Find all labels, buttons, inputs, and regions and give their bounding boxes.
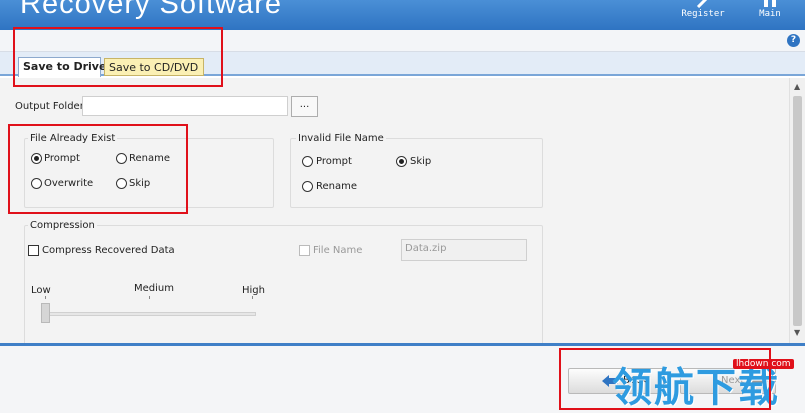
file-already-exist-group: [24, 138, 274, 208]
compression-title: Compression: [28, 220, 97, 231]
invalid-file-name-group: [290, 138, 543, 208]
file-exist-skip-label: Skip: [129, 178, 151, 189]
watermark-site: lhdown.com: [733, 359, 794, 369]
output-folder-input[interactable]: [82, 96, 288, 116]
compress-data-label: Compress Recovered Data: [42, 245, 175, 256]
register-button[interactable]: Register: [678, 0, 728, 30]
tab-save-to-drive[interactable]: Save to Drive: [18, 57, 106, 77]
file-exist-skip-radio[interactable]: [116, 178, 127, 189]
slider-tick: [252, 296, 253, 299]
toolbar-strip: [0, 30, 805, 52]
file-exist-overwrite-radio[interactable]: [31, 178, 42, 189]
main-icon: [764, 0, 776, 7]
scroll-up-icon[interactable]: ▲: [794, 82, 800, 91]
invalid-name-prompt-radio[interactable]: [302, 156, 313, 167]
help-icon[interactable]: ?: [787, 34, 800, 47]
title-bar: Recovery Software Register Main: [0, 0, 805, 30]
app-title: Recovery Software: [20, 0, 282, 20]
tab-save-to-cd-dvd[interactable]: Save to CD/DVD: [104, 58, 204, 76]
compression-slider-track[interactable]: [44, 312, 256, 316]
file-exist-prompt-label: Prompt: [44, 153, 80, 164]
invalid-name-prompt-label: Prompt: [316, 156, 352, 167]
compress-data-checkbox[interactable]: [28, 245, 39, 256]
level-low-label: Low: [31, 285, 51, 296]
slider-tick: [45, 296, 46, 299]
browse-button[interactable]: ...: [291, 96, 318, 117]
level-medium-label: Medium: [134, 283, 174, 294]
file-exist-prompt-radio[interactable]: [31, 153, 42, 164]
vertical-scrollbar[interactable]: ▲ ▼: [789, 78, 805, 343]
file-name-label: File Name: [313, 245, 363, 256]
compression-slider-thumb[interactable]: [41, 303, 50, 323]
scroll-down-icon[interactable]: ▼: [794, 328, 800, 337]
file-exist-rename-radio[interactable]: [116, 153, 127, 164]
register-label: Register: [681, 9, 725, 19]
slider-tick: [149, 296, 150, 299]
file-exist-rename-label: Rename: [129, 153, 171, 164]
invalid-name-skip-radio[interactable]: [396, 156, 407, 167]
file-name-checkbox[interactable]: [299, 245, 310, 256]
invalid-file-name-title: Invalid File Name: [296, 133, 386, 144]
zip-file-name-input[interactable]: Data.zip: [401, 239, 527, 261]
level-high-label: High: [242, 285, 265, 296]
file-already-exist-title: File Already Exist: [28, 133, 118, 144]
register-icon: [696, 0, 708, 8]
invalid-name-skip-label: Skip: [410, 156, 432, 167]
file-exist-overwrite-label: Overwrite: [44, 178, 94, 189]
invalid-name-rename-label: Rename: [316, 181, 358, 192]
invalid-name-rename-radio[interactable]: [302, 181, 313, 192]
scrollbar-thumb[interactable]: [793, 96, 802, 326]
output-folder-label: Output Folder: [15, 101, 84, 112]
main-button[interactable]: Main: [745, 0, 795, 30]
main-label: Main: [759, 9, 781, 19]
